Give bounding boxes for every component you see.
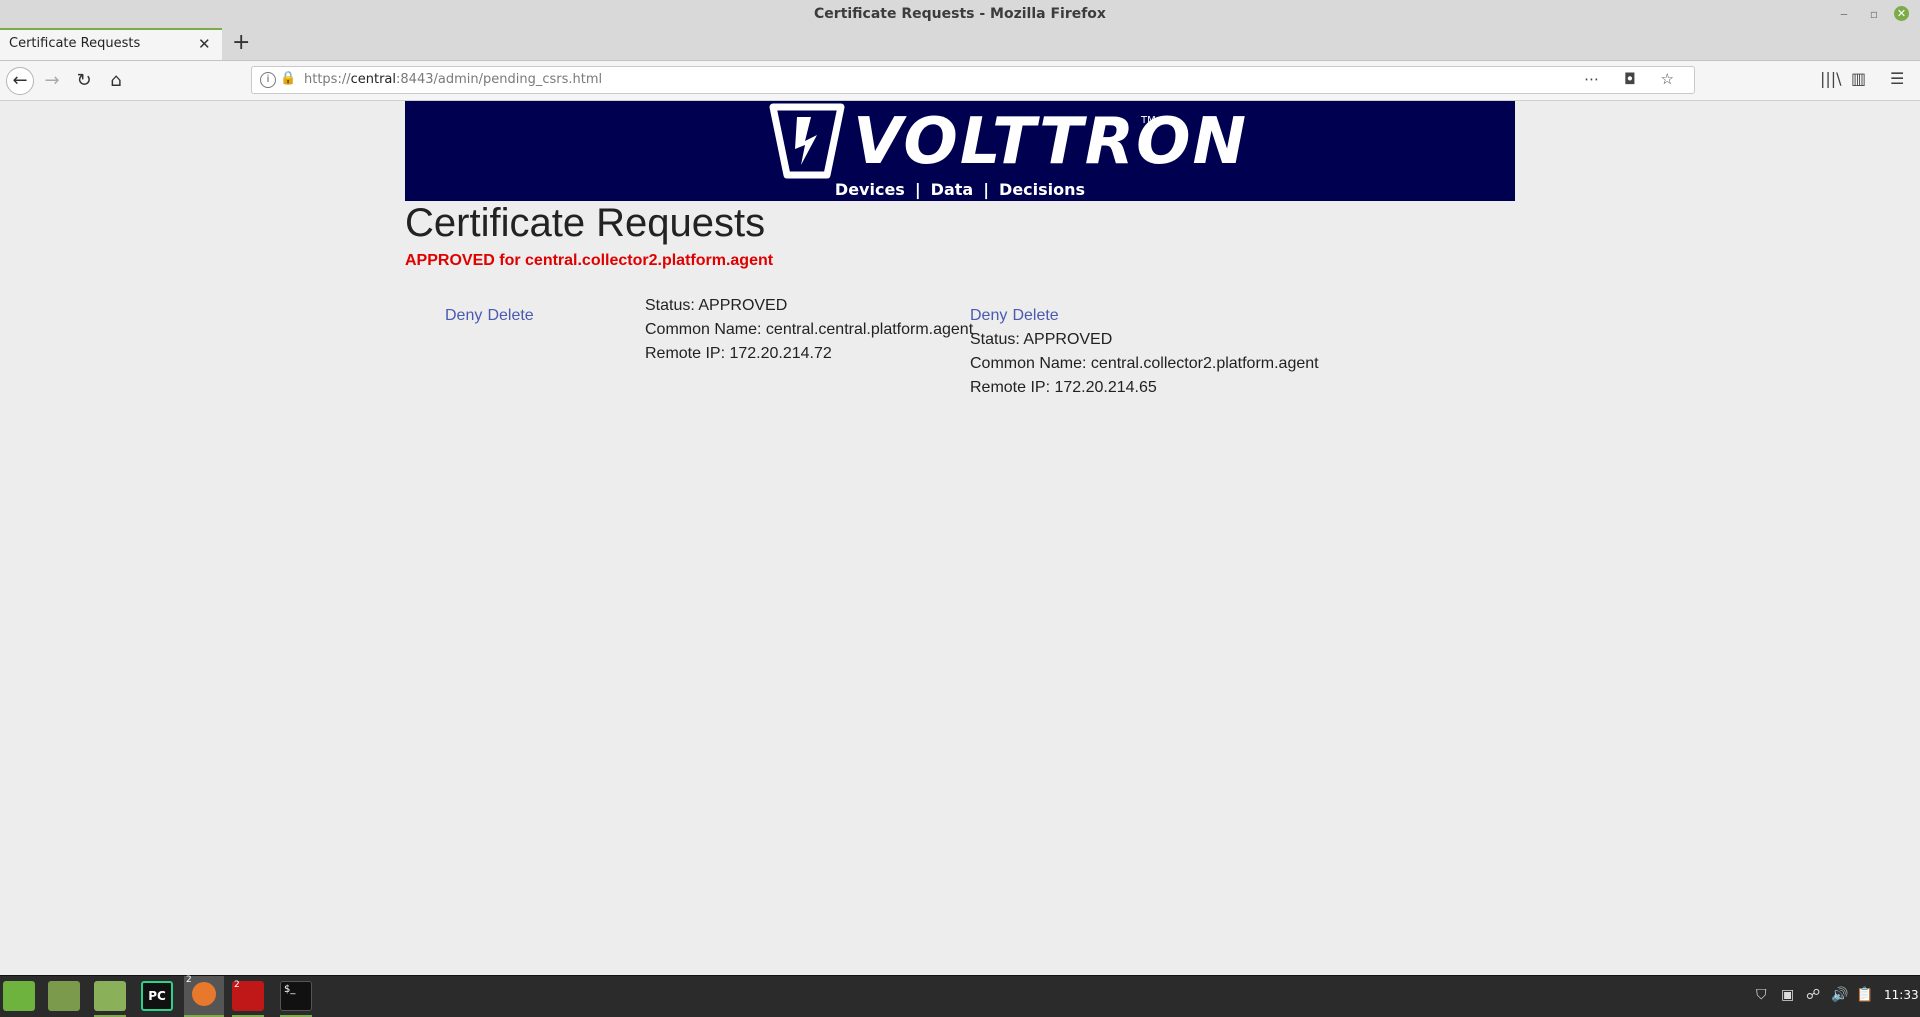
url-path: :8443/admin/pending_csrs.html [396,72,603,87]
nav-link-devices[interactable]: Devices [825,180,915,199]
volttron-logo-icon [769,103,845,179]
navigation-toolbar: ← → ↻ ⌂ i 🔒 https://central:8443/admin/p… [0,61,1920,101]
window-title: Certificate Requests - Mozilla Firefox [814,6,1106,22]
request-2-actions: Deny Delete [970,305,1059,325]
page-content: VOLTTRON TM Devices | Data | Decisions Certi… [0,101,1920,975]
files-app-icon[interactable] [94,981,126,1011]
library-icon[interactable]: |||\ [1820,69,1842,88]
firefox-taskbar-button[interactable]: 2 [184,975,224,1017]
hamburger-menu-icon[interactable]: ☰ [1890,69,1904,88]
mint-menu-icon[interactable] [3,981,35,1011]
page-title: Certificate Requests [405,201,766,245]
request-1-common-name: Common Name: central.central.platform.ag… [645,321,974,338]
request-1-details: Status: APPROVED Common Name: central.ce… [645,294,973,366]
request-2-details: Status: APPROVED Common Name: central.co… [970,328,1319,400]
request-1-status: Status: APPROVED [645,297,788,314]
request-1-actions: Deny Delete [445,305,534,325]
url-host: central [350,72,397,87]
app-icon[interactable]: ▣ [1781,987,1794,1003]
terminal-app-icon[interactable]: $_ [280,981,312,1011]
request-2-delete-link[interactable]: Delete [1012,307,1058,324]
reload-button[interactable]: ↻ [70,67,98,95]
home-button[interactable]: ⌂ [102,67,130,95]
tab-label: Certificate Requests [9,36,141,51]
url-scheme: https:// [304,72,351,87]
tab-certificate-requests[interactable]: Certificate Requests ✕ [0,28,222,60]
back-button[interactable]: ← [6,67,34,95]
tab-close-icon[interactable]: ✕ [198,35,211,53]
request-1-delete-link[interactable]: Delete [487,307,533,324]
red-terminal-window-count: 2 [234,980,240,990]
sidebar-icon[interactable]: ▥ [1851,69,1866,88]
shield-icon[interactable]: ⛉ [1756,987,1767,1003]
new-tab-button[interactable]: + [232,30,250,56]
request-1-remote-ip: Remote IP: 172.20.214.72 [645,345,832,362]
clipboard-icon[interactable]: 📋 [1856,987,1873,1003]
request-2-deny-link[interactable]: Deny [970,307,1007,324]
close-window-icon[interactable]: ✕ [1894,6,1909,21]
minimize-icon[interactable]: ‒ [1836,6,1852,22]
nav-link-decisions[interactable]: Decisions [989,180,1095,199]
volume-icon[interactable]: 🔊 [1831,987,1848,1003]
request-2-status: Status: APPROVED [970,331,1113,348]
nav-link-data[interactable]: Data [921,180,984,199]
nav-separator: | [914,180,921,199]
maximize-icon[interactable]: ▫ [1866,6,1882,22]
request-2-remote-ip: Remote IP: 172.20.214.65 [970,379,1157,396]
lock-warning-icon[interactable]: 🔒 [280,71,296,86]
system-taskbar: PC 2 2 $_ ⛉ ▣ ☍ 🔊 📋 11:33 [0,975,1920,1017]
forward-button[interactable]: → [38,67,66,95]
volttron-logo-text: VOLTTRON [853,105,1249,179]
request-1-deny-link[interactable]: Deny [445,307,482,324]
network-icon[interactable]: ☍ [1806,987,1820,1003]
folder-app-icon[interactable] [48,981,80,1011]
pycharm-app-icon[interactable]: PC [141,981,173,1011]
approval-message: APPROVED for central.collector2.platform… [405,252,774,269]
window-titlebar: Certificate Requests - Mozilla Firefox ‒… [0,0,1920,28]
page-actions-icons[interactable]: ⋯ ◘ ☆ [1584,70,1684,88]
tab-strip: Certificate Requests ✕ + [0,28,1920,61]
red-terminal-app-icon[interactable]: 2 [232,980,264,1011]
firefox-window-count: 2 [186,975,192,985]
volttron-banner: VOLTTRON TM Devices | Data | Decisions [405,101,1515,201]
url-text[interactable]: https://central:8443/admin/pending_csrs.… [304,72,602,87]
url-bar[interactable]: i 🔒 https://central:8443/admin/pending_c… [251,66,1695,94]
info-icon[interactable]: i [260,72,276,88]
clock[interactable]: 11:33 [1884,988,1919,1002]
firefox-icon [192,982,216,1006]
request-2-common-name: Common Name: central.collector2.platform… [970,355,1319,372]
trademark-symbol: TM [1141,115,1156,126]
banner-nav: Devices | Data | Decisions [405,180,1515,199]
